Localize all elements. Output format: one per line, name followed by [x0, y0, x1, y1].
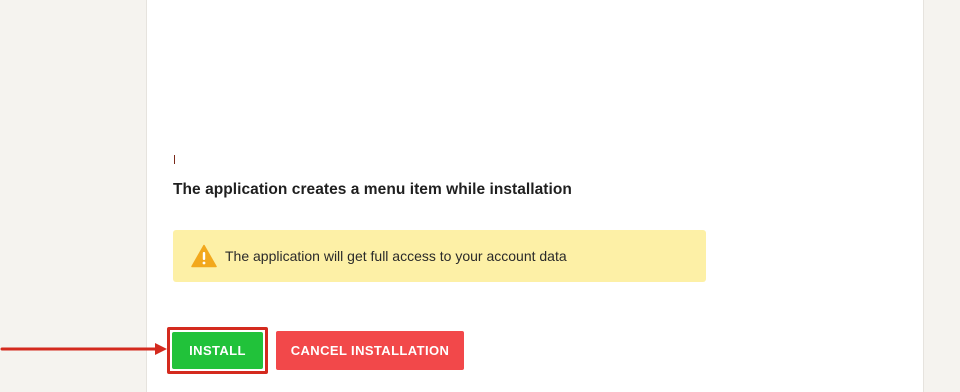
- annotation-arrow-icon: [0, 343, 167, 355]
- warning-text: The application will get full access to …: [225, 248, 567, 264]
- cancel-installation-button[interactable]: CANCEL INSTALLATION: [276, 331, 464, 370]
- warning-banner: The application will get full access to …: [173, 230, 706, 282]
- warning-triangle-icon: [191, 244, 217, 268]
- install-button[interactable]: INSTALL: [172, 332, 263, 369]
- text-cursor: [174, 155, 175, 164]
- section-heading: The application creates a menu item whil…: [173, 181, 572, 198]
